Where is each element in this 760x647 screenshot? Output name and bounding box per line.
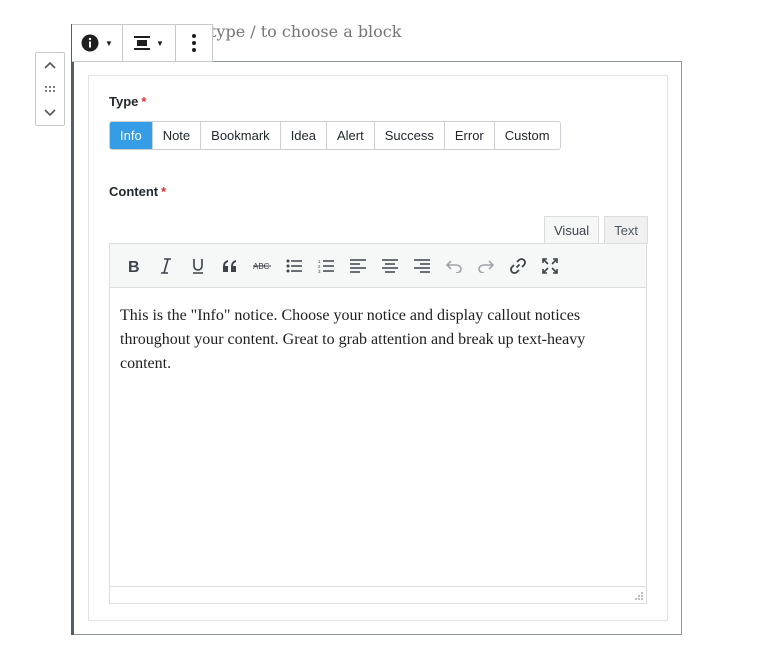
type-option-custom[interactable]: Custom: [494, 122, 560, 149]
type-option-error[interactable]: Error: [444, 122, 495, 149]
editor-tabs: Visual Text: [544, 216, 649, 244]
tab-text[interactable]: Text: [604, 216, 649, 244]
drag-handle[interactable]: [36, 77, 64, 101]
fullscreen-button[interactable]: [534, 250, 566, 282]
numbered-list-button[interactable]: 123: [310, 250, 342, 282]
required-mark: *: [141, 94, 147, 109]
fullscreen-icon: [542, 257, 558, 274]
underline-button[interactable]: [182, 250, 214, 282]
block-toolbar: ▼ ▼: [72, 24, 213, 62]
blockquote-icon: [223, 259, 236, 272]
chevron-down-icon: [44, 109, 56, 117]
type-segmented-control: Info Note Bookmark Idea Alert Success Er…: [109, 121, 561, 150]
align-right-button[interactable]: [406, 250, 438, 282]
redo-icon: [478, 259, 494, 273]
undo-button[interactable]: [438, 250, 470, 282]
block-selected-bar: [71, 24, 74, 635]
type-option-info[interactable]: Info: [110, 122, 153, 149]
align-left-icon: [350, 258, 366, 273]
editor-statusbar: [110, 586, 646, 603]
info-circle-icon: [81, 34, 99, 52]
type-option-alert[interactable]: Alert: [327, 122, 375, 149]
link-icon: [510, 257, 526, 274]
bold-button[interactable]: B: [118, 250, 150, 282]
classic-editor: B ABC 123 This is the "Info" notice. Cho…: [109, 243, 647, 604]
numbered-list-icon: 123: [318, 259, 334, 273]
undo-icon: [446, 259, 462, 273]
block-type-button[interactable]: ▼: [72, 25, 123, 61]
move-down-button[interactable]: [36, 101, 64, 125]
drag-handle-icon: [45, 86, 55, 92]
blockquote-button[interactable]: [214, 250, 246, 282]
content-label: Content *: [109, 184, 166, 199]
tab-visual[interactable]: Visual: [544, 216, 600, 244]
type-option-note[interactable]: Note: [152, 122, 202, 149]
editor-content[interactable]: This is the "Info" notice. Choose your n…: [110, 288, 646, 376]
svg-text:B: B: [128, 259, 140, 274]
bold-icon: B: [128, 259, 140, 274]
type-label-text: Type: [109, 94, 139, 109]
strikethrough-icon: ABC: [253, 262, 271, 271]
align-left-button[interactable]: [342, 250, 374, 282]
underline-icon: [193, 258, 203, 274]
svg-text:3: 3: [318, 269, 321, 273]
alignment-button[interactable]: ▼: [123, 25, 176, 61]
caret-down-icon: ▼: [156, 38, 164, 48]
align-center-button[interactable]: [374, 250, 406, 282]
align-center-icon: [382, 258, 398, 273]
format-toolbar: B ABC 123: [110, 244, 646, 288]
block-placeholder: type / to choose a block: [210, 22, 402, 41]
move-up-button[interactable]: [36, 53, 64, 77]
required-mark: *: [161, 184, 167, 199]
bullet-list-icon: [286, 259, 302, 272]
type-option-idea[interactable]: Idea: [280, 122, 327, 149]
bullet-list-button[interactable]: [278, 250, 310, 282]
strikethrough-button[interactable]: ABC: [246, 250, 278, 282]
link-button[interactable]: [502, 250, 534, 282]
type-option-success[interactable]: Success: [374, 122, 445, 149]
align-right-icon: [414, 258, 430, 273]
italic-button[interactable]: [150, 250, 182, 282]
chevron-up-icon: [44, 61, 56, 69]
vertical-ellipsis-icon: [192, 34, 196, 52]
caret-down-icon: ▼: [105, 38, 113, 48]
block-mover: [35, 52, 65, 126]
type-label: Type *: [109, 94, 146, 109]
italic-icon: [161, 257, 171, 274]
more-options-button[interactable]: [176, 25, 212, 61]
type-option-bookmark[interactable]: Bookmark: [201, 122, 281, 149]
redo-button[interactable]: [470, 250, 502, 282]
resize-grip-icon[interactable]: [634, 591, 644, 601]
align-center-icon: [134, 36, 151, 50]
content-label-text: Content: [109, 184, 159, 199]
